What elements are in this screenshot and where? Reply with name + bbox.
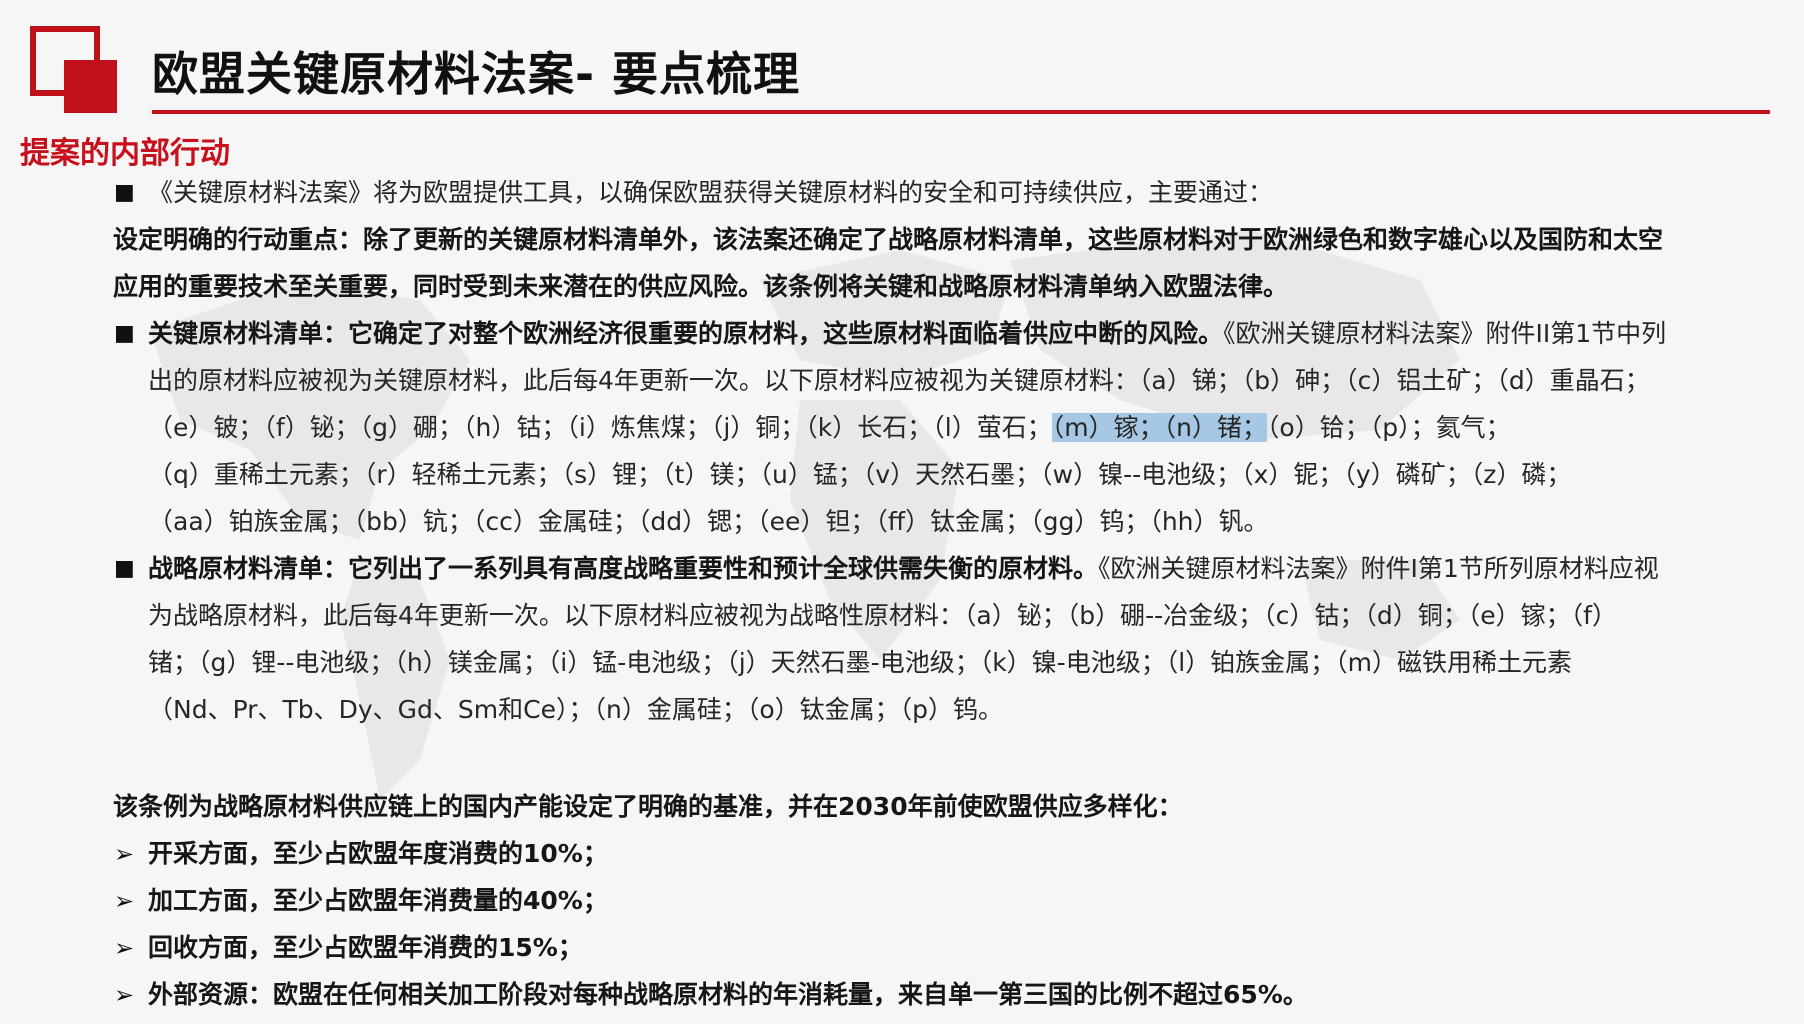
bullet-square-icon: ■ [114, 556, 135, 581]
title-divider [152, 110, 1770, 114]
benchmark-item: 开采方面，至少占欧盟年度消费的10%； [148, 839, 608, 868]
critical-list-tail: 《欧洲关键原材料法案》附件II第1节中列 [1223, 319, 1667, 348]
bullet-square-icon: ■ [114, 180, 135, 205]
benchmark-item: 回收方面，至少占欧盟年消费的15%； [148, 933, 583, 962]
arrow-bullet-icon: ➢ [114, 981, 135, 1009]
critical-items-post: （o）铪；（p）；氦气； [1266, 413, 1511, 442]
strategic-list-lead: 战略原材料清单：它列出了一系列具有高度战略重要性和预计全球供需失衡的原材料。 [148, 554, 1099, 583]
strategic-list-tail: 《欧洲关键原材料法案》附件I第1节所列原材料应视 [1098, 554, 1659, 583]
benchmark-item: 加工方面，至少占欧盟年消费量的40%； [148, 886, 608, 915]
arrow-bullet-icon: ➢ [114, 887, 135, 915]
critical-list-lead: 关键原材料清单：它确定了对整个欧洲经济很重要的原材料，这些原材料面临着供应中断的… [148, 319, 1224, 348]
critical-list-line-2: 出的原材料应被视为关键原材料，此后每4年更新一次。以下原材料应被视为关键原材料：… [148, 366, 1650, 395]
page-title: 欧盟关键原材料法案- 要点梳理 [152, 47, 801, 101]
priority-line-1: 设定明确的行动重点：除了更新的关键原材料清单外，该法案还确定了战略原材料清单，这… [113, 225, 1664, 254]
critical-list-line-5: （aa）铂族金属；（bb）钪；（cc）金属硅；（dd）锶；（ee）钽；（ff）钛… [148, 507, 1269, 536]
arrow-bullet-icon: ➢ [114, 934, 135, 962]
strategic-list-line-2: 为战略原材料，此后每4年更新一次。以下原材料应被视为战略性原材料：（a）铋；（b… [148, 601, 1617, 630]
bullet-square-icon: ■ [114, 321, 135, 346]
critical-list-line-4: （q）重稀土元素；（r）轻稀土元素；（s）锂；（t）镁；（u）锰；（v）天然石墨… [148, 460, 1572, 489]
strategic-list-line-4: （Nd、Pr、Tb、Dy、Gd、Sm和Ce）；（n）金属硅；（o）钛金属；（p）… [148, 695, 1003, 724]
priority-line-2: 应用的重要技术至关重要，同时受到未来潜在的供应风险。该条例将关键和战略原材料清单… [113, 272, 1289, 301]
arrow-bullet-icon: ➢ [114, 840, 135, 868]
intro-text: 《关键原材料法案》将为欧盟提供工具，以确保欧盟获得关键原材料的安全和可持续供应，… [148, 178, 1274, 207]
critical-items-pre: （e）铍；（f）铋；（g）硼；（h）钴；（i）炼焦煤；（j）铜；（k）长石；（l… [148, 413, 1052, 442]
critical-list-line-1: 关键原材料清单：它确定了对整个欧洲经济很重要的原材料，这些原材料面临着供应中断的… [148, 314, 1666, 354]
section-title: 提案的内部行动 [20, 136, 230, 171]
critical-list-line-3: （e）铍；（f）铋；（g）硼；（h）钴；（i）炼焦煤；（j）铜；（k）长石；（l… [148, 408, 1511, 448]
benchmark-intro: 该条例为战略原材料供应链上的国内产能设定了明确的基准，并在2030年前使欧盟供应… [113, 792, 1183, 821]
selected-text-highlight[interactable]: （m）镓；（n）锗； [1051, 413, 1267, 442]
strategic-list-line-1: 战略原材料清单：它列出了一系列具有高度战略重要性和预计全球供需失衡的原材料。《欧… [148, 549, 1659, 589]
logo-square-icon [30, 26, 117, 113]
slide: 欧盟关键原材料法案- 要点梳理 提案的内部行动 ■ 《关键原材料法案》将为欧盟提… [0, 0, 1804, 1024]
benchmark-item: 外部资源：欧盟在任何相关加工阶段对每种战略原材料的年消耗量，来自单一第三国的比例… [148, 980, 1308, 1009]
strategic-list-line-3: 锗；（g）锂--电池级；（h）镁金属；（i）锰-电池级；（j）天然石墨-电池级；… [148, 648, 1572, 677]
